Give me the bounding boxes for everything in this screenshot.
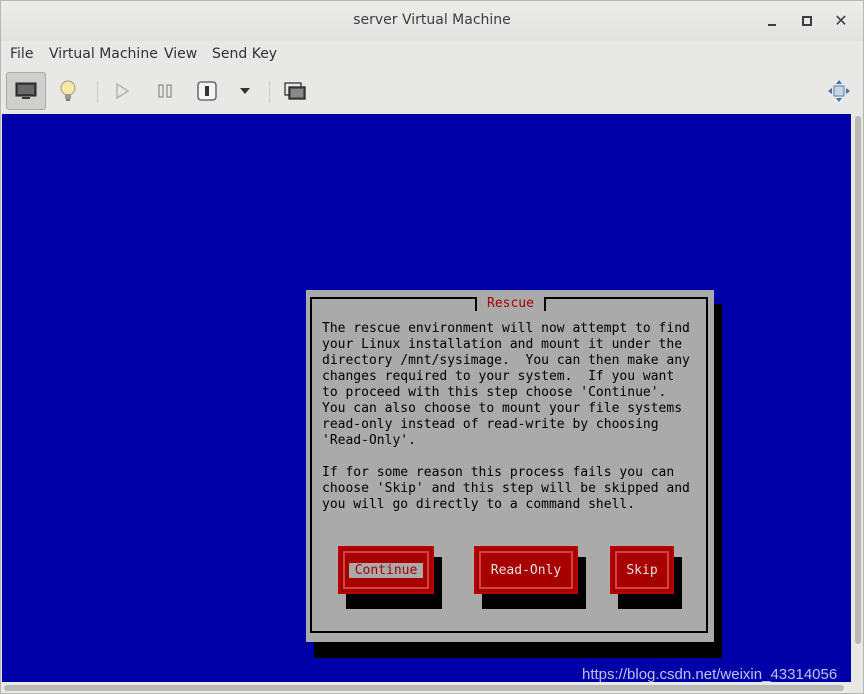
horizontal-scroll-thumb[interactable] bbox=[4, 685, 844, 691]
pause-icon bbox=[158, 84, 172, 98]
skip-button-frame: Skip bbox=[615, 551, 669, 589]
title-bar[interactable]: server Virtual Machine ✕ bbox=[1, 1, 863, 42]
menu-file[interactable]: File bbox=[10, 46, 33, 62]
play-icon bbox=[116, 82, 130, 100]
dialog-message: The rescue environment will now attempt … bbox=[322, 321, 690, 512]
move-arrows-icon bbox=[828, 80, 850, 102]
toolbar-separator bbox=[97, 81, 98, 103]
read-only-button-label: Read-Only bbox=[490, 562, 562, 578]
snapshots-icon bbox=[284, 82, 306, 100]
close-icon: ✕ bbox=[834, 11, 848, 30]
close-button[interactable]: ✕ bbox=[830, 11, 852, 31]
lightbulb-icon bbox=[60, 80, 76, 101]
minimize-button[interactable] bbox=[761, 11, 783, 31]
monitor-icon bbox=[15, 82, 37, 99]
rescue-dialog: Rescue The rescue environment will now a… bbox=[306, 290, 714, 642]
details-view-button[interactable] bbox=[48, 72, 88, 110]
vertical-scrollbar[interactable] bbox=[851, 114, 863, 682]
continue-button[interactable]: Continue bbox=[338, 546, 434, 594]
maximize-icon bbox=[802, 16, 812, 26]
continue-button-label: Continue bbox=[348, 562, 424, 578]
vertical-scroll-thumb[interactable] bbox=[855, 116, 861, 644]
toolbar-separator bbox=[269, 81, 270, 103]
snapshots-button[interactable] bbox=[275, 72, 315, 110]
menu-bar: File Virtual Machine View Send Key bbox=[1, 41, 863, 69]
shutdown-button[interactable] bbox=[187, 72, 227, 110]
menu-view[interactable]: View bbox=[164, 46, 197, 62]
chevron-down-icon bbox=[240, 88, 250, 94]
pause-button[interactable] bbox=[145, 72, 185, 110]
horizontal-scrollbar[interactable] bbox=[2, 682, 851, 693]
console-view-button[interactable] bbox=[6, 72, 46, 110]
toolbar bbox=[1, 69, 863, 114]
skip-button-label: Skip bbox=[626, 562, 658, 578]
read-only-button[interactable]: Read-Only bbox=[474, 546, 578, 594]
minimize-icon bbox=[768, 24, 776, 26]
dialog-title: Rescue bbox=[475, 297, 546, 311]
watermark: https://blog.csdn.net/weixin_43314056 bbox=[582, 666, 838, 683]
shutdown-menu-button[interactable] bbox=[225, 72, 265, 110]
run-button[interactable] bbox=[102, 72, 142, 110]
continue-button-frame: Continue bbox=[343, 551, 429, 589]
read-only-button-frame: Read-Only bbox=[479, 551, 573, 589]
fullscreen-button[interactable] bbox=[819, 72, 859, 110]
menu-send-key[interactable]: Send Key bbox=[212, 46, 277, 62]
menu-virtual-machine[interactable]: Virtual Machine bbox=[49, 46, 158, 62]
vm-window: server Virtual Machine ✕ File Virtual Ma… bbox=[0, 0, 864, 694]
maximize-button[interactable] bbox=[796, 11, 818, 31]
power-icon bbox=[197, 81, 217, 101]
window-title: server Virtual Machine bbox=[353, 12, 511, 28]
skip-button[interactable]: Skip bbox=[610, 546, 674, 594]
